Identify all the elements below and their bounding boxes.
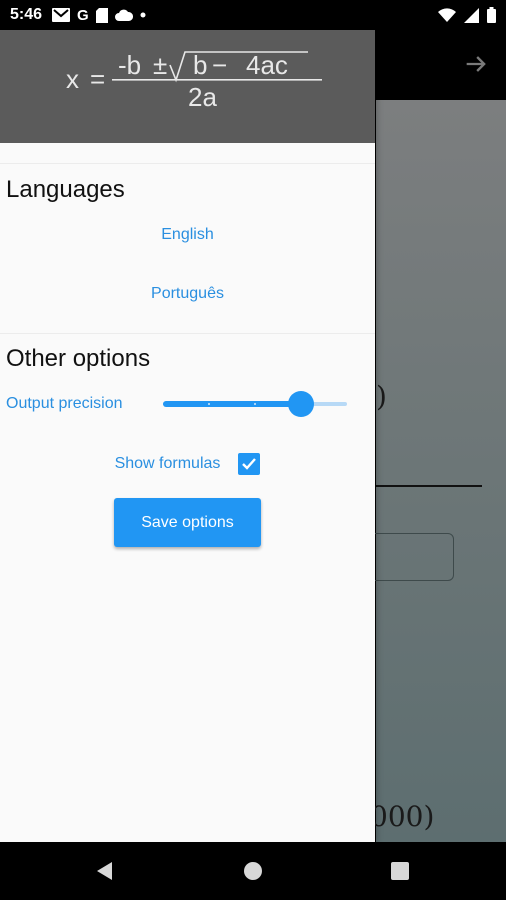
background-divider [376, 485, 482, 487]
languages-title: Languages [6, 176, 125, 203]
other-options-title: Other options [6, 345, 151, 372]
show-formulas-label: Show formulas [114, 455, 221, 472]
formula-plus-minus: ± [153, 50, 167, 80]
status-right [438, 7, 496, 23]
back-icon[interactable] [92, 858, 118, 884]
output-precision-label: Output precision [6, 395, 123, 412]
google-icon: G [77, 6, 89, 24]
dot-icon [140, 12, 146, 18]
signal-icon [464, 7, 479, 23]
home-icon[interactable] [240, 858, 266, 884]
screen: 5:46 G ) 000) x = -b ± b − 4ac 2a Langua… [0, 0, 506, 900]
formula-b: b [193, 50, 207, 80]
wifi-icon [438, 8, 456, 22]
quadratic-formula: x = -b ± b − 4ac 2a [66, 50, 322, 112]
slider-thumb[interactable] [288, 391, 314, 417]
arrow-forward-icon[interactable] [462, 50, 490, 78]
background-paren-text: ) [376, 380, 387, 413]
status-bar: 5:46 G [0, 0, 506, 30]
app-content: ) 000) [356, 100, 506, 842]
show-formulas-checkbox[interactable] [238, 453, 261, 475]
language-portuguese[interactable]: Português [0, 285, 375, 303]
battery-icon [487, 7, 496, 23]
gmail-icon [52, 8, 71, 22]
fraction-bar [112, 79, 322, 81]
navigation-drawer: x = -b ± b − 4ac 2a Languages English Po… [0, 30, 375, 842]
language-english[interactable]: English [0, 226, 375, 244]
output-precision-slider[interactable] [163, 390, 347, 418]
slider-fill [163, 401, 301, 407]
sd-card-icon [95, 7, 108, 23]
formula-neg-b: -b [118, 50, 141, 80]
drawer-header: x = -b ± b − 4ac 2a [0, 30, 375, 143]
formula-x: x [66, 64, 79, 94]
background-number-text: 000) [370, 800, 435, 833]
divider [0, 333, 375, 334]
checkmark-icon [242, 458, 257, 470]
divider [0, 163, 375, 164]
formula-four-ac: 4ac [246, 50, 288, 80]
slider-tick [254, 403, 256, 405]
formula-equals: = [90, 64, 105, 94]
show-formulas-row: Show formulas [0, 451, 375, 477]
recents-icon[interactable] [387, 858, 413, 884]
save-options-button[interactable]: Save options [114, 498, 261, 547]
status-time: 5:46 [10, 6, 43, 23]
formula-denominator: 2a [188, 82, 217, 112]
slider-tick [208, 403, 210, 405]
formula-minus: − [212, 50, 227, 80]
cloud-icon [114, 9, 133, 21]
navigation-bar [0, 842, 506, 900]
